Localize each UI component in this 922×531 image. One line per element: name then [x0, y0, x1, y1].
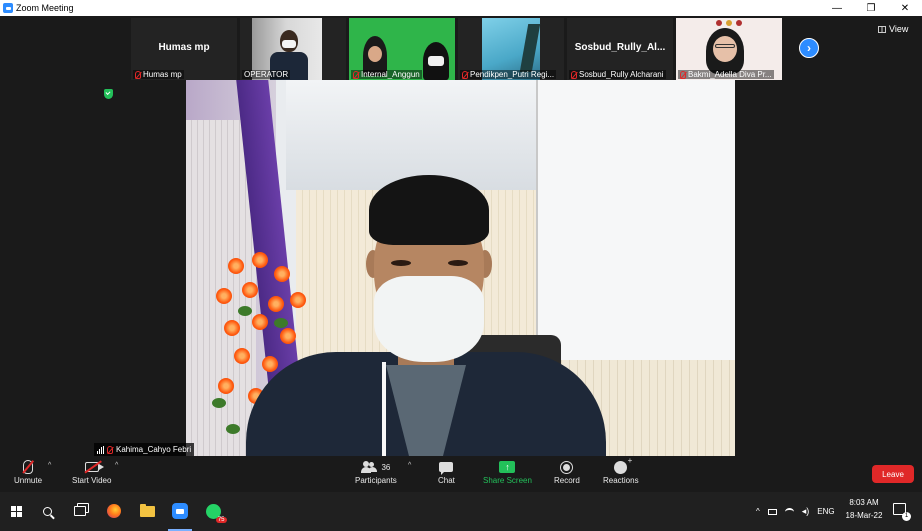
security-shield-icon[interactable]: [104, 89, 113, 99]
participants-icon: [361, 461, 378, 473]
minimize-button[interactable]: —: [820, 0, 854, 16]
reactions-button[interactable]: Reactions: [603, 456, 639, 486]
leave-button[interactable]: Leave: [872, 465, 914, 483]
windows-taskbar: 75 ^ ◂) ENG 8:03 AM 18-Mar-22 1: [0, 492, 922, 531]
participant-label: OPERATOR: [242, 70, 291, 79]
volume-icon[interactable]: ◂): [802, 506, 810, 517]
audio-options-caret[interactable]: ^: [48, 462, 51, 469]
mic-muted-icon: [571, 70, 577, 79]
participant-tile[interactable]: Pendikpen_Putri Regi...: [458, 18, 564, 80]
wifi-icon[interactable]: [784, 507, 794, 516]
share-screen-button[interactable]: ↑ Share Screen: [483, 458, 532, 485]
participants-options-caret[interactable]: ^: [408, 462, 411, 469]
share-screen-icon: ↑: [499, 461, 516, 473]
clock-time: 8:03 AM: [849, 498, 879, 507]
chat-icon: [439, 462, 454, 475]
zoom-taskbar-button[interactable]: [169, 500, 191, 522]
notification-badge: 1: [902, 512, 911, 521]
next-page-button[interactable]: ›: [799, 38, 819, 58]
whatsapp-badge: 75: [215, 516, 227, 523]
firefox-icon: [107, 504, 121, 518]
mic-muted-icon: [135, 70, 141, 79]
show-hidden-icons[interactable]: ^: [756, 507, 760, 516]
window-title: Zoom Meeting: [16, 3, 74, 13]
start-button[interactable]: [5, 500, 27, 522]
title-bar: Zoom Meeting — ❐ ✕: [0, 0, 922, 16]
folder-icon: [139, 503, 155, 517]
participant-label: Humas mp: [133, 70, 184, 79]
file-explorer-taskbar-button[interactable]: [136, 500, 158, 522]
meeting-stage: Humas mp Humas mp OPERATOR Internal_Angg…: [0, 16, 922, 458]
video-options-caret[interactable]: ^: [115, 462, 118, 469]
smiley-icon: [614, 456, 632, 474]
active-speaker-video: [186, 80, 735, 456]
task-view-button[interactable]: [69, 500, 91, 522]
participant-label: Sosbud_Rully Alcharani: [569, 70, 666, 79]
task-view-icon: [74, 506, 86, 516]
zoom-icon: [172, 503, 188, 519]
participant-tile[interactable]: Sosbud_Rully_Al... Sosbud_Rully Alcharan…: [567, 18, 673, 80]
participant-name: Sosbud_Rully_Al...: [574, 42, 666, 53]
view-button[interactable]: View: [878, 24, 908, 34]
participant-label: Internal_Anggun: [351, 70, 422, 79]
active-speaker-label: Kahima_Cahyo Febri: [94, 443, 195, 456]
language-indicator[interactable]: ENG: [817, 507, 834, 516]
battery-icon[interactable]: [767, 508, 777, 515]
whatsapp-taskbar-button[interactable]: 75: [202, 500, 227, 523]
search-icon: [42, 506, 52, 516]
participant-tile[interactable]: Humas mp Humas mp: [131, 18, 237, 80]
participant-tile[interactable]: OPERATOR: [240, 18, 346, 80]
whatsapp-icon: 75: [205, 503, 227, 523]
system-clock[interactable]: 8:03 AM 18-Mar-22: [843, 496, 885, 522]
participant-tile[interactable]: Bakmi_Adella Diva Pr...: [676, 18, 782, 80]
participant-tile[interactable]: Internal_Anggun: [349, 18, 455, 80]
record-icon: [560, 460, 574, 474]
participant-strip: Humas mp Humas mp OPERATOR Internal_Angg…: [131, 18, 782, 80]
mic-muted-icon: [107, 445, 113, 454]
start-video-button[interactable]: Start Video: [72, 458, 111, 485]
participant-name: Humas mp: [158, 42, 210, 53]
participant-label: Bakmi_Adella Diva Pr...: [678, 70, 774, 79]
firefox-taskbar-button[interactable]: [103, 500, 125, 522]
mic-muted-icon: [680, 70, 686, 79]
meeting-controls: Unmute ^ Start Video ^ 36 Participants ^…: [0, 456, 922, 492]
zoom-logo-icon: [3, 3, 13, 13]
participants-button[interactable]: 36 Participants: [355, 458, 397, 485]
participants-count: 36: [381, 462, 391, 472]
record-button[interactable]: Record: [554, 458, 580, 485]
system-tray: ^ ◂) ENG: [756, 492, 835, 531]
clock-date: 18-Mar-22: [845, 511, 883, 520]
restore-button[interactable]: ❐: [854, 0, 888, 16]
close-button[interactable]: ✕: [888, 0, 922, 16]
chat-button[interactable]: Chat: [438, 458, 455, 485]
unmute-button[interactable]: Unmute: [14, 458, 42, 485]
grid-icon: [878, 25, 886, 33]
camera-off-icon: [84, 462, 104, 472]
mic-muted-icon: [462, 70, 468, 79]
participant-label: Pendikpen_Putri Regi...: [460, 70, 557, 79]
signal-strength-icon: [97, 445, 104, 454]
search-button[interactable]: [36, 500, 58, 522]
mic-muted-icon: [353, 70, 359, 79]
microphone-muted-icon: [23, 460, 33, 474]
windows-logo-icon: [10, 505, 22, 517]
